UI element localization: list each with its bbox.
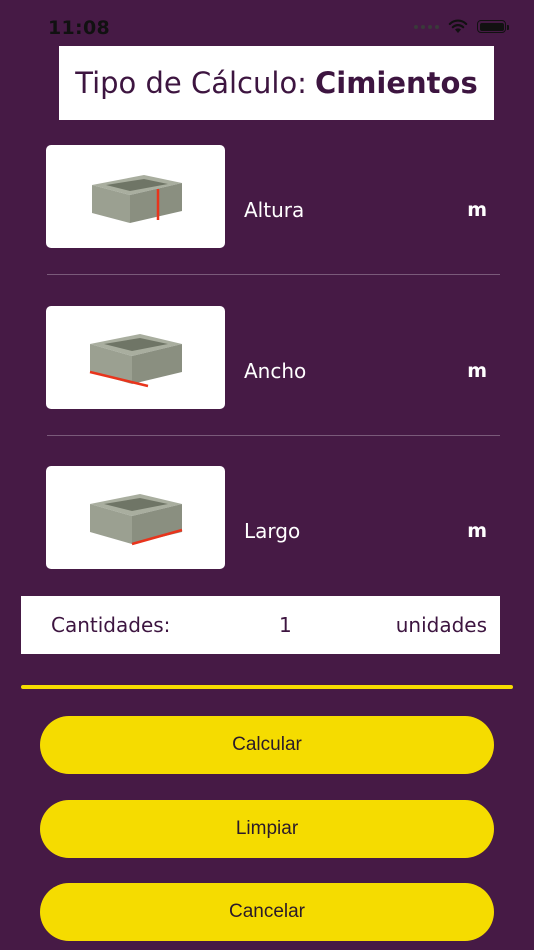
accent-divider: [21, 685, 513, 689]
wifi-icon: [448, 19, 468, 33]
battery-icon: [477, 20, 509, 33]
row-divider: [47, 274, 500, 275]
calculation-type-title: Tipo de Cálculo: Cimientos: [59, 46, 494, 120]
title-prefix: Tipo de Cálculo:: [75, 66, 307, 100]
foundation-length-image: [46, 466, 225, 569]
title-value: Cimientos: [314, 66, 478, 100]
cancel-button[interactable]: Cancelar: [40, 883, 494, 941]
clear-button[interactable]: Limpiar: [40, 800, 494, 858]
measurement-unit: m: [467, 199, 487, 221]
quantity-bar: Cantidades: 1 unidades: [21, 596, 500, 654]
measurement-label: Altura: [244, 198, 305, 222]
measurement-unit: m: [467, 360, 487, 382]
foundation-height-image: [46, 145, 225, 248]
signal-icon: [414, 24, 439, 29]
measurement-label: Ancho: [244, 359, 307, 383]
calculate-button[interactable]: Calcular: [40, 716, 494, 774]
measurement-unit: m: [467, 520, 487, 542]
measurement-row-ancho[interactable]: Ancho m: [0, 306, 534, 466]
measurement-row-altura[interactable]: Altura m: [0, 145, 534, 305]
foundation-box-icon: [91, 174, 182, 223]
measurement-label: Largo: [244, 519, 301, 543]
status-time: 11:08: [48, 17, 110, 39]
foundation-box-icon: [89, 333, 182, 387]
row-divider: [47, 435, 500, 436]
status-bar: 11:08: [0, 0, 534, 46]
quantity-unit: unidades: [395, 613, 487, 637]
foundation-width-image: [46, 306, 225, 409]
status-icons: [414, 19, 509, 34]
quantity-label: Cantidades:: [51, 613, 171, 637]
foundation-box-icon: [89, 493, 182, 545]
quantity-input[interactable]: 1: [279, 613, 292, 637]
